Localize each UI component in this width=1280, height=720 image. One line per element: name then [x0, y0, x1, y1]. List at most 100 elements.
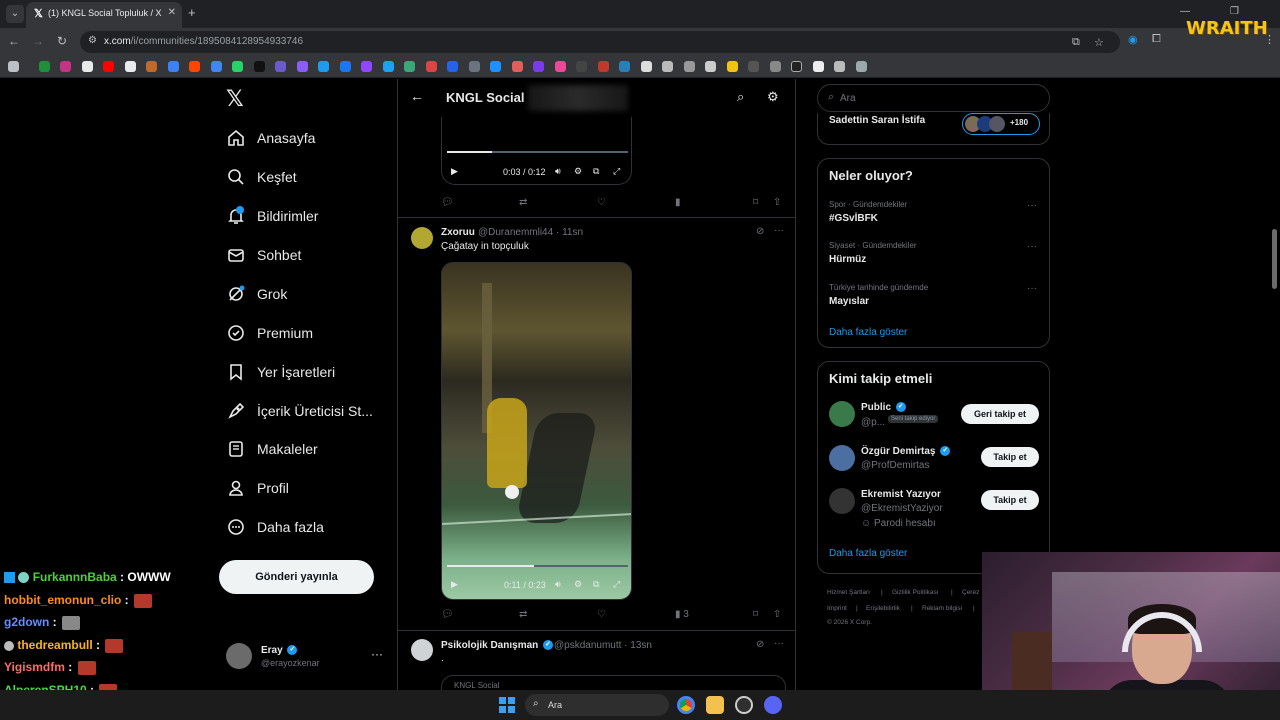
bookmark-icon[interactable] [318, 61, 329, 72]
forward-arrow-icon[interactable]: → [30, 34, 46, 48]
bookmark-icon[interactable] [297, 61, 308, 72]
trend-name[interactable]: Hürmüz [829, 254, 866, 265]
views-icon[interactable]: ▮ [675, 197, 681, 208]
bookmark-icon[interactable] [361, 61, 372, 72]
avatar[interactable] [411, 639, 433, 661]
reply-icon[interactable]: 💬︎ [441, 197, 454, 208]
views-icon[interactable]: ▮ 3 [675, 609, 689, 620]
bookmark-icon[interactable] [684, 61, 695, 72]
like-icon[interactable]: ♡ [597, 197, 606, 208]
bookmark-icon[interactable] [447, 61, 458, 72]
grok-icon[interactable]: ⊘ [756, 226, 764, 237]
avatar[interactable] [829, 445, 855, 471]
trend-name[interactable]: #GSvİBFK [829, 213, 878, 224]
more-dots-icon[interactable]: ··· [1027, 200, 1037, 211]
share-icon[interactable]: ⇧ [773, 197, 781, 208]
extensions-puzzle-icon[interactable]: ⧠ [1152, 33, 1161, 46]
avatar[interactable] [829, 488, 855, 514]
reload-icon[interactable]: ↻ [54, 34, 70, 48]
sidebar-item-bookmarks[interactable]: Yer İşaretleri [226, 358, 335, 386]
bookmark-icon[interactable] [813, 61, 824, 72]
sidebar-item-profile[interactable]: Profil [226, 474, 289, 502]
bookmark-icon[interactable] [426, 61, 437, 72]
footer-link[interactable]: Gizlilik Politikası [892, 589, 939, 596]
search-input[interactable]: ⌕ Ara [817, 84, 1050, 112]
retweet-icon[interactable]: ⇄ [519, 197, 527, 208]
settings-icon[interactable]: ⚙ [574, 166, 582, 177]
bookmark-icon[interactable] [232, 61, 243, 72]
show-more-link[interactable]: Daha fazla göster [829, 327, 907, 338]
bookmark-icon[interactable] [60, 61, 71, 72]
new-tab-button[interactable]: + [188, 5, 196, 20]
bookmark-icon[interactable] [705, 61, 716, 72]
suggested-user-name[interactable]: Public ✓ [861, 402, 906, 413]
sidebar-item-chat[interactable]: Sohbet [226, 241, 301, 269]
back-arrow-icon[interactable]: ← [6, 34, 22, 48]
address-bar[interactable]: ⚙ x.com/i/communities/189508412895493374… [80, 31, 1120, 53]
browser-tab[interactable]: 𝕏 (1) KNGL Social Topluluk / X ✕ [26, 2, 182, 28]
more-dots-icon[interactable]: ··· [371, 647, 383, 661]
site-info-icon[interactable]: ⚙ [88, 35, 97, 46]
video-progress-bar[interactable] [447, 565, 628, 567]
reply-icon[interactable]: 💬︎ [441, 609, 454, 620]
sidebar-item-creator-studio[interactable]: İçerik Üreticisi St... [226, 397, 373, 425]
bookmark-icon[interactable] [490, 61, 501, 72]
sidebar-item-notifications[interactable]: Bildirimler [226, 202, 318, 230]
minimize-icon[interactable]: — [1180, 6, 1190, 17]
tweet-author-name[interactable]: Psikolojik Danışman ✓ [441, 640, 554, 651]
bookmark-icon[interactable] [275, 61, 286, 72]
play-icon[interactable]: ▶ [451, 579, 458, 590]
bookmark-icon[interactable] [791, 61, 802, 72]
gear-icon[interactable]: ⚙ [767, 89, 779, 105]
bookmark-icon[interactable] [254, 61, 265, 72]
bookmark-icon[interactable]: ⌑ [753, 197, 758, 208]
video-player[interactable]: ▶ 0:11 / 0:23 🔊︎ ⚙ ⧉ ⤢ [441, 262, 632, 600]
bookmark-icon[interactable] [168, 61, 179, 72]
tab-close-icon[interactable]: ✕ [168, 7, 176, 18]
tweet-author-handle[interactable]: @Duranemmli44 · 11sn [478, 227, 583, 238]
more-dots-icon[interactable]: ··· [1027, 283, 1037, 294]
bookmark-icon[interactable] [834, 61, 845, 72]
sidebar-item-premium[interactable]: Premium [226, 319, 313, 347]
sidebar-item-articles[interactable]: Makaleler [226, 435, 318, 463]
app-icon[interactable] [735, 696, 753, 714]
tweet-author-name[interactable]: Zxoruu [441, 227, 475, 238]
search-icon[interactable]: ⌕ [737, 89, 744, 105]
avatar[interactable] [829, 401, 855, 427]
bookmark-icon[interactable] [727, 61, 738, 72]
play-icon[interactable]: ▶ [451, 166, 458, 177]
sidebar-item-home[interactable]: Anasayfa [226, 124, 315, 152]
windows-start-icon[interactable] [499, 697, 515, 713]
back-arrow-icon[interactable]: ← [410, 88, 424, 104]
account-switcher[interactable]: Eray ✓ @erayozkenar ··· [226, 641, 386, 671]
bookmark-icon[interactable] [619, 61, 630, 72]
video-player[interactable]: ▶ 0:03 / 0:12 🔊︎ ⚙ ⧉ ⤢ [441, 117, 632, 185]
show-more-link[interactable]: Daha fazla göster [829, 548, 907, 559]
bookmark-icon[interactable] [533, 61, 544, 72]
trend-name[interactable]: Mayıslar [829, 296, 869, 307]
follow-button[interactable]: Takip et [981, 490, 1039, 510]
bookmark-icon[interactable] [748, 61, 759, 72]
more-dots-icon[interactable]: ··· [774, 638, 784, 649]
bookmark-icon[interactable] [340, 61, 351, 72]
fullscreen-icon[interactable]: ⤢ [613, 166, 620, 177]
bookmark-icon[interactable] [598, 61, 609, 72]
footer-link[interactable]: Imprint [827, 605, 847, 612]
bookmark-icon[interactable] [125, 61, 136, 72]
retweet-icon[interactable]: ⇄ [519, 609, 527, 620]
suggested-user-name[interactable]: Ekremist Yazıyor [861, 489, 941, 500]
bookmark-icon[interactable] [383, 61, 394, 72]
bookmark-icon[interactable] [641, 61, 652, 72]
quoted-community-card[interactable]: KNGL Social [441, 675, 786, 690]
video-progress-bar[interactable] [447, 151, 628, 153]
bookmark-icon[interactable] [469, 61, 480, 72]
bookmark-icon[interactable] [82, 61, 93, 72]
sidebar-item-more[interactable]: Daha fazla [226, 513, 324, 541]
footer-link[interactable]: Reklam bilgisi [922, 605, 962, 612]
pip-icon[interactable]: ⧉ [593, 166, 599, 177]
volume-icon[interactable]: 🔊︎ [555, 166, 561, 177]
discord-icon[interactable] [764, 696, 782, 714]
bookmark-icon[interactable] [512, 61, 523, 72]
like-icon[interactable]: ♡ [597, 609, 606, 620]
bookmark-icon[interactable] [856, 61, 867, 72]
